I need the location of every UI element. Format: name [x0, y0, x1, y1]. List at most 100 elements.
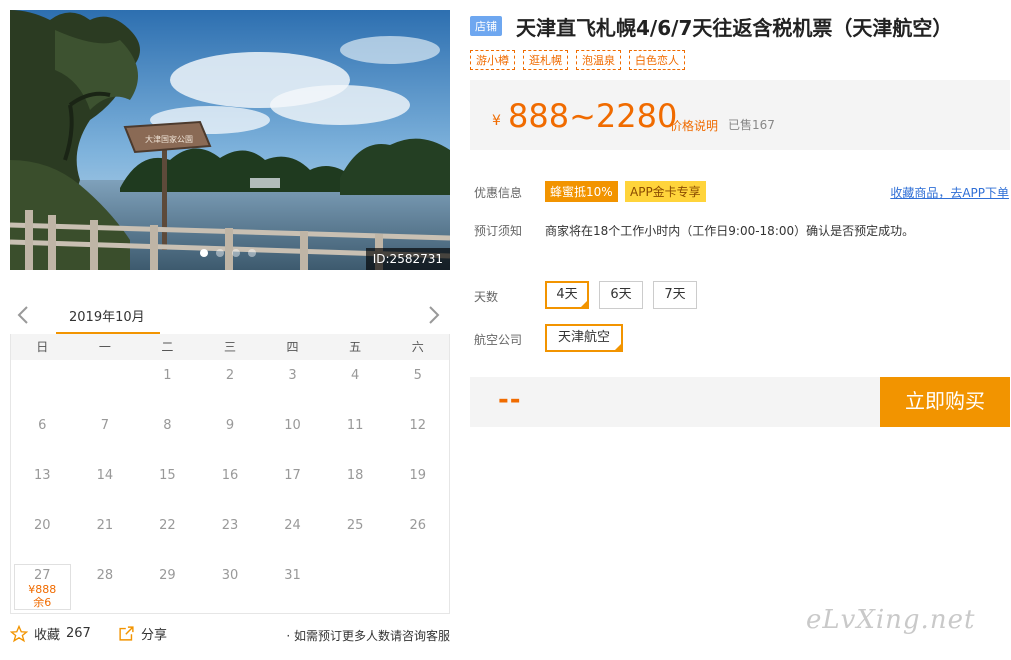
calendar-day: 31 [261, 560, 324, 610]
calendar-day: 7 [74, 410, 137, 460]
share-icon [119, 626, 134, 641]
airline-label: 航空公司 [474, 333, 523, 347]
app-order-link[interactable]: 收藏商品，去APP下单 [890, 184, 1009, 201]
weekday-header: 日 [36, 340, 49, 354]
price-range: 888~2280 [508, 97, 678, 135]
gallery-dot[interactable] [248, 249, 256, 257]
chevron-left-icon[interactable] [13, 304, 33, 326]
gallery-dot[interactable] [216, 249, 224, 257]
calendar-day: 29 [136, 560, 199, 610]
calendar-day: 10 [261, 410, 324, 460]
calendar-day-number: 10 [284, 418, 301, 433]
calendar-day: 15 [136, 460, 199, 510]
calendar-day: 13 [11, 460, 74, 510]
calendar-day: 14 [74, 460, 137, 510]
weekday-header: 五 [349, 340, 362, 354]
calendar-day [74, 360, 137, 410]
calendar-day-number: 25 [346, 518, 364, 533]
calendar-day-number: 7 [100, 418, 109, 433]
weekday-header: 一 [98, 340, 111, 354]
total-price: -- [498, 385, 522, 415]
weekday-header: 三 [223, 340, 236, 354]
sold-count: 已售167 [728, 118, 775, 132]
weekday-header: 二 [161, 340, 174, 354]
calendar-day: 18 [324, 460, 387, 510]
product-tags: 游小樽 逛札幌 泡温泉 白色恋人 [470, 50, 685, 70]
calendar-day: 17 [261, 460, 324, 510]
calendar-day-number: 6 [38, 418, 47, 433]
collect-label: 收藏 [34, 628, 61, 643]
calendar-day: 4 [324, 360, 387, 410]
calendar-days: 1 2 3 4 5 6 7 8 9 10 11 12 13 14 15 16 17 18 19 20 21 22 23 24 2… [11, 360, 449, 610]
calendar-day-number: 8 [163, 418, 172, 433]
product-tag[interactable]: 白色恋人 [629, 50, 685, 70]
image-id-label: ID:2582731 [365, 248, 450, 270]
product-tag[interactable]: 泡温泉 [576, 50, 621, 70]
chevron-right-icon[interactable] [424, 304, 444, 326]
calendar-day [11, 360, 74, 410]
calendar-month: 2019年10月 [69, 310, 145, 325]
days-option-label: 7天 [664, 287, 686, 302]
calendar-day: 21 [74, 510, 137, 560]
calendar-day-number: 28 [96, 568, 114, 583]
promo-label: 优惠信息 [474, 186, 523, 200]
calendar-day [386, 560, 449, 610]
calendar-day: 3 [261, 360, 324, 410]
gallery-dot[interactable] [232, 249, 240, 257]
calendar-day-number: 27 [34, 568, 51, 583]
share-button[interactable]: 分享 [118, 624, 167, 643]
product-title: 天津直飞札幌4/6/7天往返含税机票（天津航空） [516, 16, 953, 40]
calendar-day: 12 [386, 410, 449, 460]
departure-calendar: 日一二三四五六 1 2 3 4 5 6 7 8 9 10 11 12 13 14 15 16 17 18 19 20 2… [10, 334, 450, 614]
gallery-dot[interactable] [200, 249, 208, 257]
booking-notice: 商家将在18个工作小时内（工作日9:00-18:00）确认是否预定成功。 [545, 224, 915, 238]
calendar-day: 30 [199, 560, 262, 610]
calendar-day: 26 [386, 510, 449, 560]
calendar-day-number: 22 [159, 518, 176, 533]
action-bar: 收藏 267 分享 · 如需预订更多人数请咨询客服 [10, 624, 450, 646]
product-image-gallery[interactable]: 大津国家公園 ID:2582731 [10, 10, 450, 270]
bee-discount-tag: 蜂蜜抵10% [545, 181, 618, 202]
calendar-day-number: 19 [409, 468, 426, 483]
calendar-day: 9 [199, 410, 262, 460]
weekday-header: 六 [411, 340, 424, 354]
calendar-nav: 2019年10月 [10, 298, 450, 334]
collect-button[interactable]: 收藏 267 [10, 624, 91, 643]
calendar-day: 1 [136, 360, 199, 410]
calendar-day-number: 13 [34, 468, 51, 483]
calendar-day-number: 1 [163, 368, 172, 383]
product-tag[interactable]: 逛札幌 [523, 50, 568, 70]
check-icon: ✓ [581, 299, 587, 307]
days-option-label: 4天 [556, 287, 578, 302]
calendar-day: 22 [136, 510, 199, 560]
star-icon [10, 624, 28, 642]
calendar-day-number: 21 [96, 518, 114, 533]
currency-symbol: ¥ [492, 113, 501, 129]
days-option[interactable]: 4天 ✓ [545, 281, 589, 309]
airline-option[interactable]: 天津航空 ✓ [545, 324, 623, 352]
calendar-day: 5 [386, 360, 449, 410]
calendar-day-number: 20 [34, 518, 51, 533]
days-label: 天数 [474, 290, 499, 304]
calendar-day: 25 [324, 510, 387, 560]
buy-now-button[interactable]: 立即购买 [880, 377, 1010, 427]
shop-badge[interactable]: 店铺 [470, 16, 502, 36]
product-tag[interactable]: 游小樽 [470, 50, 515, 70]
calendar-weekdays: 日一二三四五六 [11, 334, 449, 360]
customer-service-note: · 如需预订更多人数请咨询客服 [286, 629, 450, 643]
calendar-day-number: 12 [409, 418, 426, 433]
calendar-day-number: 26 [409, 518, 426, 533]
check-icon: ✓ [615, 342, 621, 350]
weekday-header: 四 [286, 340, 299, 354]
calendar-day-available[interactable]: 27 ¥888 余6 [14, 564, 71, 610]
price-explain-link[interactable]: 价格说明 [670, 117, 718, 134]
share-label: 分享 [141, 628, 168, 643]
calendar-day-number: 17 [284, 468, 301, 483]
calendar-day-number: 23 [221, 518, 239, 533]
airline-option-label: 天津航空 [557, 330, 610, 345]
days-option[interactable]: 7天 [653, 281, 697, 309]
days-option[interactable]: 6天 [599, 281, 643, 309]
app-gold-tag: APP金卡专享 [625, 181, 706, 202]
calendar-day: 20 [11, 510, 74, 560]
gallery-pagination [200, 249, 256, 257]
